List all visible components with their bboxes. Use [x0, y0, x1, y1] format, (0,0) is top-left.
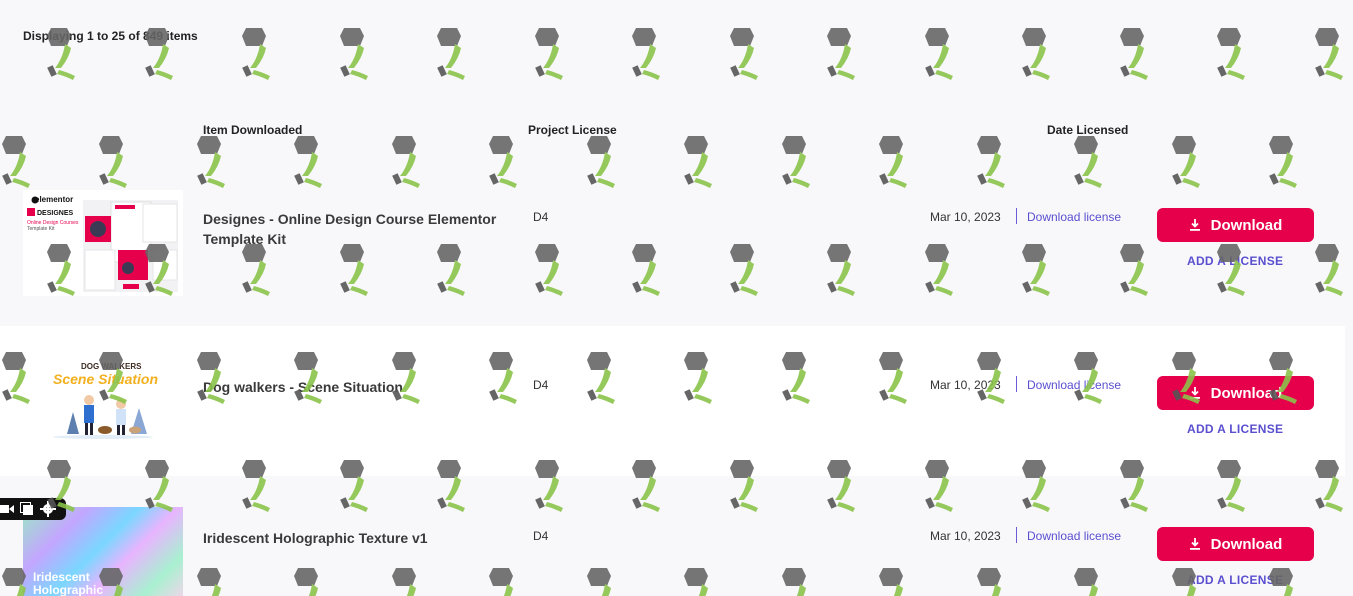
- item-thumbnail[interactable]: DOG WALKERS Scene Situation: [23, 354, 183, 440]
- thumb-line-1: Iridescent: [33, 570, 90, 584]
- download-license-link[interactable]: Download license: [1027, 210, 1121, 224]
- gear-icon[interactable]: [40, 501, 56, 517]
- download-license-link[interactable]: Download license: [1027, 378, 1121, 392]
- item-thumbnail[interactable]: elementor DESIGNES Online Design Courses…: [23, 190, 183, 296]
- thumb-name: DESIGNES: [37, 210, 74, 217]
- thumb-brand: elementor: [35, 195, 74, 204]
- download-icon: [1189, 538, 1200, 550]
- thumb-heading: DOG WALKERS: [81, 362, 142, 371]
- separator: [1016, 527, 1017, 543]
- separator: [1016, 376, 1017, 392]
- media-toolbar: [0, 498, 66, 520]
- download-button-label: Download: [1210, 216, 1283, 234]
- table-row: elementor DESIGNES Online Design Courses…: [0, 190, 1345, 326]
- project-license: D4: [533, 210, 549, 224]
- add-license-link[interactable]: ADD A LICENSE: [1187, 254, 1283, 268]
- item-thumbnail[interactable]: Iridescent Holographic: [23, 507, 183, 596]
- video-icon[interactable]: [0, 503, 14, 515]
- project-license: D4: [533, 378, 549, 392]
- column-header-item: Item Downloaded: [203, 123, 303, 137]
- date-licensed: Mar 10, 2023: [930, 210, 1001, 224]
- download-button[interactable]: Download: [1157, 527, 1314, 561]
- date-licensed: Mar 10, 2023: [930, 529, 1001, 543]
- table-row: DOG WALKERS Scene Situation Dog walkers …: [0, 326, 1345, 476]
- thumb-script: Scene Situation: [53, 371, 159, 387]
- add-license-link[interactable]: ADD A LICENSE: [1187, 573, 1283, 587]
- copy-icon[interactable]: [20, 502, 34, 516]
- download-button[interactable]: Download: [1157, 208, 1314, 242]
- elementor-kit-preview: [23, 190, 183, 296]
- download-button-label: Download: [1210, 384, 1283, 402]
- add-license-link[interactable]: ADD A LICENSE: [1187, 422, 1283, 436]
- table-header: Item Downloaded Project License Date Lic…: [0, 123, 1353, 139]
- download-license-link[interactable]: Download license: [1027, 529, 1121, 543]
- download-icon: [1189, 219, 1200, 231]
- item-title[interactable]: Designes - Online Design Course Elemento…: [203, 209, 523, 249]
- table-row: Iridescent Holographic Iridescent Hologr…: [0, 476, 1345, 596]
- download-button-label: Download: [1210, 535, 1283, 553]
- project-license: D4: [533, 529, 549, 543]
- date-licensed: Mar 10, 2023: [930, 378, 1001, 392]
- column-header-date: Date Licensed: [1047, 123, 1129, 137]
- thumb-subtitle-2: Template Kit: [27, 226, 55, 232]
- item-title[interactable]: Dog walkers - Scene Situation: [203, 377, 523, 397]
- thumb-line-2: Holographic: [33, 583, 104, 596]
- download-button[interactable]: Download: [1157, 376, 1314, 410]
- column-header-license: Project License: [528, 123, 617, 137]
- item-count: Displaying 1 to 25 of 849 items: [23, 29, 198, 43]
- separator: [1016, 208, 1017, 224]
- download-icon: [1189, 387, 1200, 399]
- item-title[interactable]: Iridescent Holographic Texture v1: [203, 528, 523, 548]
